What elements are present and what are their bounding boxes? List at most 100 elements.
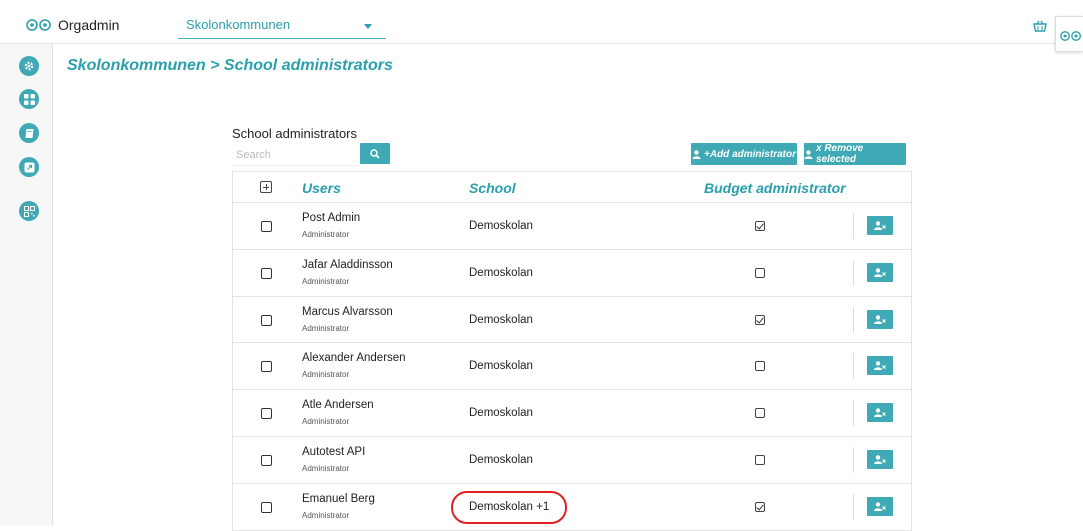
- remove-user-button[interactable]: [867, 496, 893, 516]
- add-administrator-button[interactable]: +Add administrator: [691, 143, 797, 165]
- column-header-school[interactable]: School: [469, 180, 516, 196]
- budget-admin-checkbox[interactable]: [755, 361, 765, 372]
- remove-user-icon: [874, 221, 886, 230]
- remove-user-icon: [874, 361, 886, 371]
- table-header: Users School Budget administrator: [233, 172, 911, 203]
- budget-admin-checkbox[interactable]: [755, 501, 765, 512]
- table-row: Post Admin Administrator Demoskolan: [233, 203, 911, 250]
- divider: [853, 213, 854, 239]
- row-select-checkbox[interactable]: [261, 267, 272, 279]
- remove-user-button[interactable]: [867, 449, 893, 469]
- remove-user-button[interactable]: [867, 356, 893, 376]
- user-name: Marcus Alvarsson: [302, 305, 393, 318]
- remove-user-button[interactable]: [867, 403, 893, 423]
- remove-user-icon: [874, 502, 886, 511]
- user-role: Administrator: [302, 230, 350, 239]
- add-administrator-label: +Add administrator: [704, 148, 796, 160]
- user-name: Autotest API: [302, 445, 366, 458]
- app-title: Orgadmin: [58, 17, 120, 33]
- table-row: Alexander Andersen Administrator Demosko…: [233, 343, 911, 391]
- user-name: Emanuel Berg: [302, 492, 375, 505]
- administrators-table: Users School Budget administrator Post A…: [232, 171, 912, 531]
- divider: [853, 353, 854, 380]
- orgadmin-logo-icon: [26, 19, 51, 31]
- budget-admin-checkbox[interactable]: [755, 454, 765, 465]
- user-role: Administrator: [302, 370, 350, 380]
- remove-user-button[interactable]: [867, 262, 893, 282]
- remove-user-icon: [874, 408, 886, 418]
- divider: [853, 306, 854, 333]
- organization-select-value: Skolonkommunen: [186, 17, 291, 32]
- remove-user-button[interactable]: [867, 309, 893, 329]
- search-input[interactable]: [232, 144, 358, 166]
- budget-admin-checkbox[interactable]: [755, 267, 765, 278]
- remove-selected-label: x Remove selected: [816, 143, 864, 165]
- budget-admin-checkbox[interactable]: [755, 221, 765, 231]
- school-name: Demoskolan: [469, 313, 533, 326]
- table-row: Atle Andersen Administrator Demoskolan: [233, 390, 911, 437]
- gear-icon: [24, 61, 34, 71]
- user-role: Administrator: [302, 510, 350, 520]
- row-select-checkbox[interactable]: [261, 221, 272, 232]
- table-row: Emanuel Berg Administrator Demoskolan +1: [233, 484, 911, 531]
- row-select-checkbox[interactable]: [261, 454, 272, 466]
- remove-user-icon: [874, 314, 886, 324]
- school-name: Demoskolan: [469, 220, 533, 232]
- grid-icon: [23, 93, 35, 105]
- divider: [853, 259, 854, 286]
- table-row: Jafar Aladdinsson Administrator Demoskol…: [233, 250, 911, 297]
- row-select-checkbox[interactable]: [261, 408, 272, 420]
- profile-menu-button[interactable]: [1055, 16, 1083, 52]
- sidebar-item-qr-code[interactable]: [19, 201, 39, 221]
- user-name: Atle Andersen: [302, 399, 374, 412]
- column-header-users[interactable]: Users: [302, 180, 341, 196]
- row-select-checkbox[interactable]: [261, 361, 272, 373]
- divider: [853, 446, 854, 473]
- breadcrumb: Skolonkommunen > School administrators: [67, 57, 393, 74]
- remove-user-button[interactable]: [867, 216, 893, 235]
- user-role: Administrator: [302, 276, 350, 286]
- sidebar-item-books[interactable]: [19, 123, 39, 143]
- basket-icon[interactable]: [1033, 20, 1047, 32]
- school-name: Demoskolan: [469, 360, 533, 373]
- book-icon: [25, 128, 33, 138]
- sidebar: [0, 44, 53, 526]
- school-name: Demoskolan: [469, 407, 533, 420]
- row-select-checkbox[interactable]: [261, 501, 272, 513]
- user-icon: [692, 149, 701, 159]
- user-name: Jafar Aladdinsson: [302, 258, 393, 271]
- user-name: Alexander Andersen: [302, 352, 406, 365]
- remove-selected-button[interactable]: x Remove selected: [804, 143, 906, 165]
- profile-logo-icon: [1060, 31, 1081, 41]
- school-highlight-circle: [451, 490, 567, 524]
- top-header: Orgadmin Skolonkommunen: [0, 8, 1083, 52]
- chevron-down-icon: [364, 24, 372, 29]
- user-role: Administrator: [302, 463, 350, 473]
- remove-user-icon: [874, 268, 886, 277]
- table-row: Autotest API Administrator Demoskolan: [233, 437, 911, 484]
- divider: [853, 493, 854, 520]
- user-icon: [804, 149, 813, 159]
- user-role: Administrator: [302, 323, 350, 333]
- divider: [853, 400, 854, 427]
- sidebar-item-settings[interactable]: [19, 56, 39, 76]
- search-button[interactable]: [360, 143, 390, 164]
- expand-all-icon[interactable]: [260, 181, 272, 193]
- section-title: School administrators: [232, 126, 357, 141]
- school-name: Demoskolan: [469, 453, 533, 466]
- user-name: Post Admin: [302, 212, 361, 224]
- budget-admin-checkbox[interactable]: [755, 314, 765, 325]
- external-link-icon: [24, 162, 34, 172]
- table-row: Marcus Alvarsson Administrator Demoskola…: [233, 297, 911, 344]
- sidebar-item-dashboard[interactable]: [19, 89, 39, 109]
- remove-user-icon: [874, 455, 886, 464]
- sidebar-item-external[interactable]: [19, 157, 39, 177]
- budget-admin-checkbox[interactable]: [755, 408, 765, 419]
- organization-select[interactable]: Skolonkommunen: [178, 12, 386, 39]
- row-select-checkbox[interactable]: [261, 314, 272, 326]
- column-header-budget[interactable]: Budget administrator: [704, 180, 846, 196]
- search-icon: [370, 148, 380, 159]
- school-name: Demoskolan: [469, 266, 533, 279]
- qr-code-icon: [23, 205, 35, 217]
- user-role: Administrator: [302, 417, 350, 427]
